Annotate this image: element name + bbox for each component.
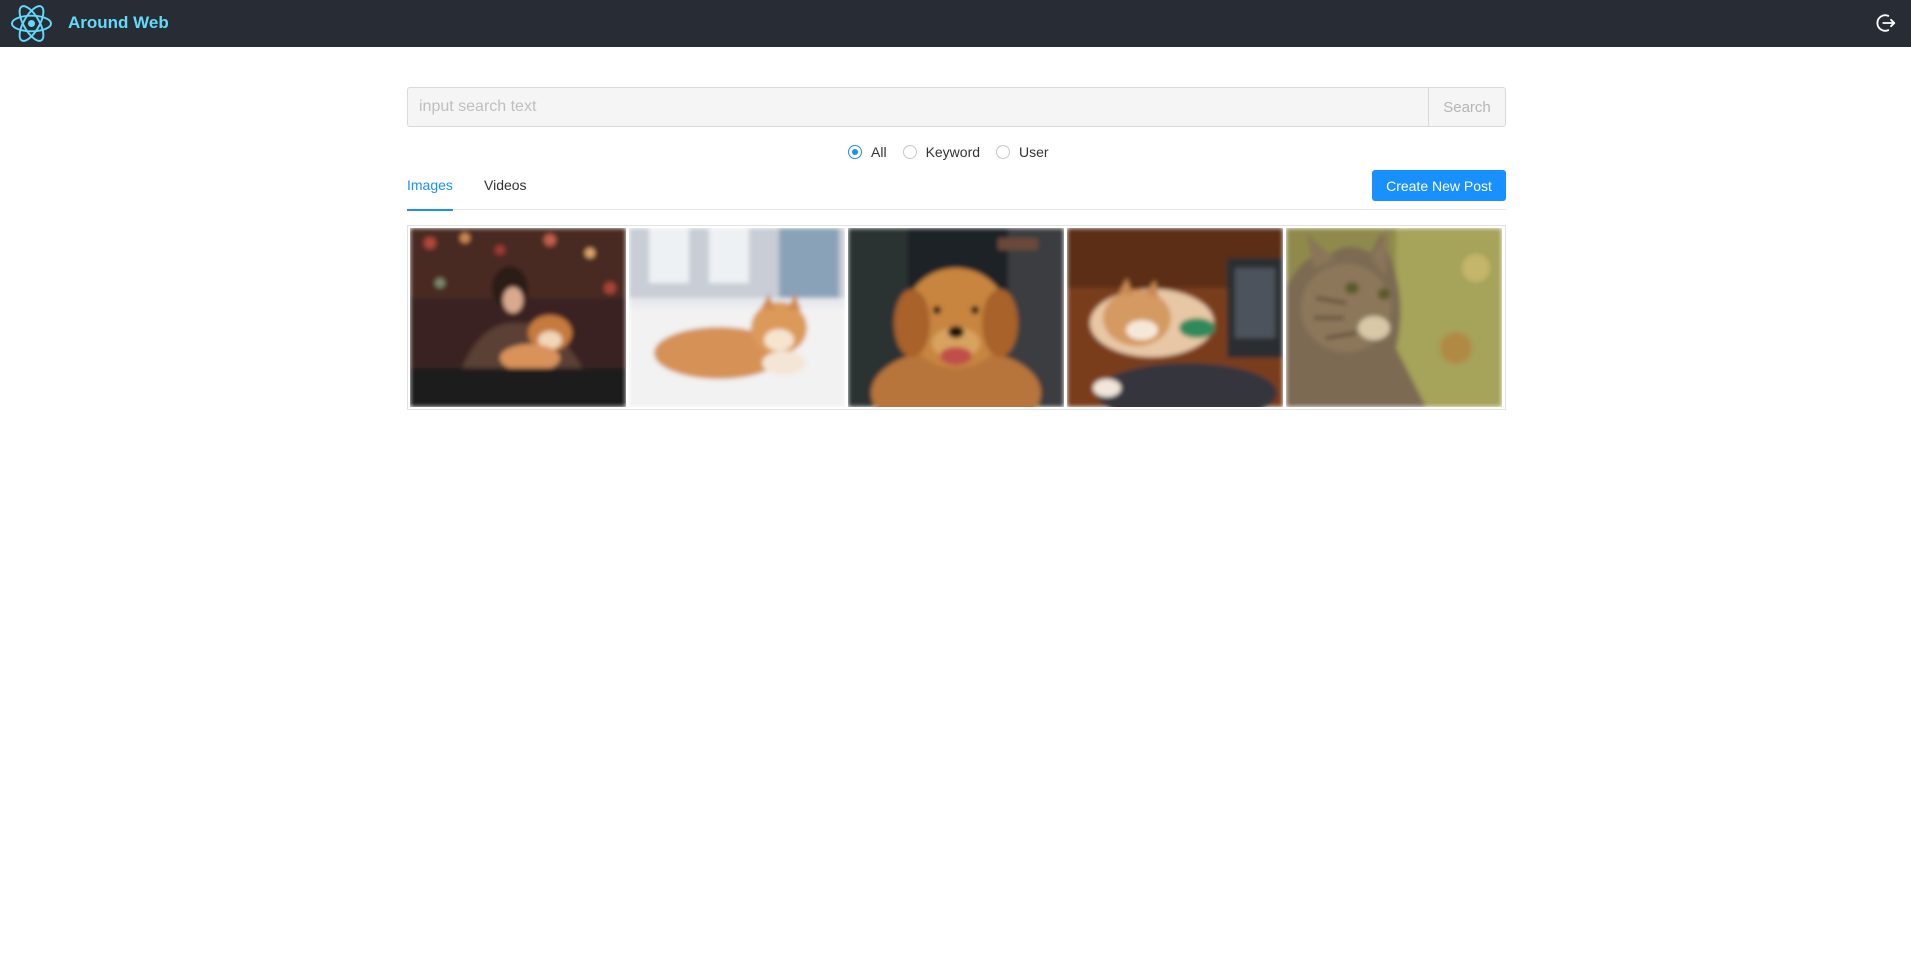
search-bar: Search — [407, 87, 1506, 127]
golden-retriever-photo — [848, 228, 1064, 407]
shiba-dog-on-rug-photo — [629, 228, 845, 407]
shiba-dog-with-laptop-photo — [1067, 228, 1283, 407]
image-gallery — [407, 225, 1506, 410]
gallery-image-woman-with-shiba[interactable] — [410, 228, 626, 407]
radio-button[interactable] — [902, 145, 917, 159]
radio-user[interactable]: User — [996, 144, 1049, 160]
radio-label-keyword: Keyword — [925, 144, 981, 160]
gallery-image-golden-retriever[interactable] — [848, 228, 1064, 407]
radio-all[interactable]: All — [848, 144, 887, 160]
tab-images[interactable]: Images — [407, 177, 453, 211]
gallery-image-shiba-with-laptop[interactable] — [1067, 228, 1283, 407]
logout-icon[interactable] — [1875, 12, 1897, 34]
top-header: Around Web — [0, 0, 1911, 47]
tabby-cat-photo — [1286, 228, 1502, 407]
gallery-image-tabby-cat[interactable] — [1286, 228, 1502, 407]
gallery-image-shiba-on-rug[interactable] — [629, 228, 845, 407]
search-button[interactable]: Search — [1428, 87, 1506, 127]
create-new-post-button[interactable]: Create New Post — [1372, 170, 1506, 201]
react-atom-icon[interactable] — [10, 2, 53, 45]
radio-label-all: All — [871, 144, 887, 160]
radio-label-user: User — [1019, 144, 1049, 160]
tab-videos[interactable]: Videos — [484, 177, 527, 209]
woman-with-shiba-dog-photo — [410, 228, 626, 407]
content-tabs: Images Videos Create New Post — [407, 170, 1506, 211]
search-input[interactable] — [407, 87, 1428, 127]
radio-button[interactable] — [996, 145, 1011, 159]
app-title: Around Web — [68, 13, 169, 32]
radio-keyword[interactable]: Keyword — [902, 144, 981, 160]
search-filter-radio-group: All Keyword User — [848, 142, 1065, 162]
radio-button-checked[interactable] — [848, 145, 862, 159]
